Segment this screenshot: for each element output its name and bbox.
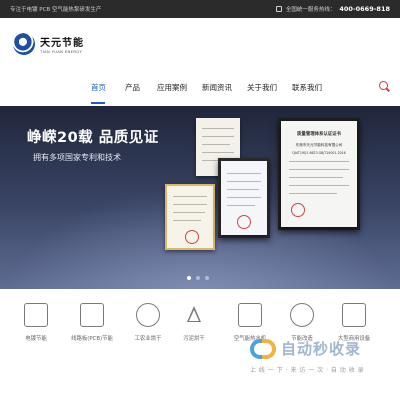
watermark-subtext: 上 线 一 下 · 来 访 一 次 · 自 动 收 录 xyxy=(250,367,365,374)
certificate-frame xyxy=(218,158,270,238)
pcb-icon xyxy=(80,303,104,327)
site-header: 天元节能 TIAN YUAN ENERGY xyxy=(0,18,400,70)
category-item[interactable]: 空气能热水机 xyxy=(226,303,274,342)
certificate-company: 东莞市天元节能科技有限公司 xyxy=(295,143,343,147)
nav-item-news[interactable]: 新闻资讯 xyxy=(202,82,232,93)
commercial-equipment-icon xyxy=(342,303,366,327)
renovation-icon xyxy=(290,303,314,327)
carousel-dots xyxy=(187,276,209,280)
sludge-drying-icon xyxy=(182,303,206,327)
hero-banner[interactable]: 峥嵘20载 品质见证 拥有多项国家专利和技术 质量管理体系认证证书 东莞市天元节… xyxy=(0,106,400,289)
category-item[interactable]: 节能改造 xyxy=(278,303,326,342)
main-nav: 首页 产品 应用案例 新闻资讯 关于我们 联系我们 xyxy=(0,70,400,106)
certificate-image xyxy=(165,184,215,250)
top-slogan: 专注于电镀 PCB 空气能热泵研发生产 xyxy=(10,7,102,13)
leaf-drying-icon xyxy=(136,303,160,327)
watermark-text: 自动秒收录 xyxy=(281,340,362,358)
brand-name: 天元节能 xyxy=(40,38,84,49)
hotline: 全国统一服务热线： 400-0669-818 xyxy=(275,5,390,13)
watermark: 自动秒收录 上 线 一 下 · 来 访 一 次 · 自 动 收 录 xyxy=(250,338,364,374)
nav-item-about[interactable]: 关于我们 xyxy=(247,82,277,93)
category-item[interactable]: 污泥烘干 xyxy=(170,303,218,342)
category-item[interactable]: 大型商用设备 xyxy=(330,303,378,342)
nav-item-cases[interactable]: 应用案例 xyxy=(157,82,187,93)
carousel-dot[interactable] xyxy=(205,276,209,280)
banner-subline: 拥有多项国家专利和技术 xyxy=(33,153,121,162)
site-logo[interactable]: 天元节能 TIAN YUAN ENERGY xyxy=(13,33,84,55)
brand-name-en: TIAN YUAN ENERGY xyxy=(40,49,82,54)
nav-item-home[interactable]: 首页 xyxy=(91,82,106,93)
category-item[interactable]: 线路板(PCB)节能 xyxy=(68,303,116,342)
brand-logo-icon xyxy=(13,33,35,55)
category-item[interactable]: 工农业烘干 xyxy=(124,303,172,342)
hotline-number[interactable]: 400-0669-818 xyxy=(339,5,390,13)
carousel-dot[interactable] xyxy=(196,276,200,280)
certificate-title: 质量管理体系认证证书 xyxy=(297,132,341,137)
water-heater-icon xyxy=(238,303,262,327)
hotline-label: 全国统一服务热线： xyxy=(285,7,336,13)
category-item[interactable]: 电镀节能 xyxy=(12,303,60,342)
nav-item-products[interactable]: 产品 xyxy=(125,82,140,93)
certificate-code: QAIT19Q1 8623 GB/T19001-2016 xyxy=(292,151,346,155)
watermark-logo-icon xyxy=(250,338,278,359)
search-icon[interactable] xyxy=(379,81,388,90)
certificate-frame-main: 质量管理体系认证证书 东莞市天元节能科技有限公司 QAIT19Q1 8623 G… xyxy=(278,118,360,230)
nav-item-contact[interactable]: 联系我们 xyxy=(292,82,322,93)
carousel-dot[interactable] xyxy=(187,276,191,280)
nav-active-indicator xyxy=(91,102,105,104)
phone-icon xyxy=(275,6,282,12)
top-bar: 专注于电镀 PCB 空气能热泵研发生产 全国统一服务热线： 400-0669-8… xyxy=(0,0,400,18)
electroplating-icon xyxy=(24,303,48,327)
banner-headline: 峥嵘20载 品质见证 xyxy=(27,130,159,146)
